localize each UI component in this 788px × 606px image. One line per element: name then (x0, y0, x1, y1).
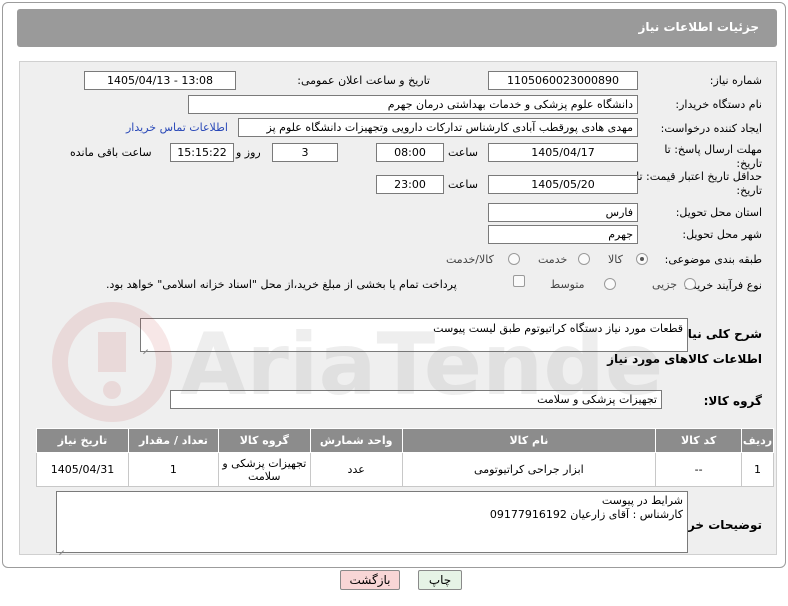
price-time-label: ساعت (448, 178, 478, 191)
days-label: روز و (236, 146, 261, 159)
creator-label: ایجاد کننده درخواست: (660, 122, 762, 135)
category-radio-goods[interactable] (636, 253, 648, 265)
goods-info-title: اطلاعات کالاهای مورد نیاز (607, 352, 762, 366)
need-number-label: شماره نیاز: (709, 74, 762, 87)
cell-quantity: 1 (128, 452, 219, 487)
creator-field: مهدی هادی پورقطب آبادی کارشناس تدارکات د… (238, 118, 638, 137)
category-radio-goods-service[interactable] (508, 253, 520, 265)
province-label: استان محل تحویل: (675, 206, 762, 219)
description-resize-handle[interactable] (141, 343, 149, 351)
cell-unit: عدد (309, 452, 403, 487)
goods-table-header: ردیف کد کالا نام کالا واحد شمارش گروه کا… (36, 428, 774, 453)
contact-link[interactable]: اطلاعات تماس خریدار (126, 121, 228, 134)
print-button[interactable]: چاپ (418, 570, 462, 590)
process-radio-medium[interactable] (604, 278, 616, 290)
category-radio-service[interactable] (578, 253, 590, 265)
cell-code: -- (655, 452, 743, 487)
category-label: طبقه بندی موضوعی: (664, 253, 762, 266)
col-row: ردیف (741, 428, 774, 453)
process-option-minor: جزیی (652, 278, 678, 291)
panel-header: جزئیات اطلاعات نیاز (17, 9, 777, 47)
category-option-service: خدمت (538, 253, 568, 266)
cell-row: 1 (741, 452, 774, 487)
process-radio-minor[interactable] (684, 278, 696, 290)
col-unit: واحد شمارش (309, 428, 403, 453)
deadline-date-field: 1405/04/17 (488, 143, 638, 162)
announce-label: تاریخ و ساعت اعلان عمومی: (297, 74, 430, 87)
buyer-notes-resize-handle[interactable] (57, 544, 65, 552)
need-number-field: 1105060023000890 (488, 71, 638, 90)
col-group: گروه کالا (217, 428, 311, 453)
col-code: کد کالا (655, 428, 743, 453)
form-area: شماره نیاز: 1105060023000890 تاریخ و ساع… (19, 61, 777, 555)
city-label: شهر محل تحویل: (682, 228, 762, 241)
description-field[interactable]: قطعات مورد نیاز دستگاه کراتیوتوم طبق لیس… (140, 318, 688, 352)
goods-group-label: گروه کالا: (703, 394, 762, 408)
buyer-field: دانشگاه علوم پزشکی و خدمات بهداشتی درمان… (188, 95, 638, 114)
table-row: 1 -- ابزار جراحی کراتیوتومی عدد تجهیزات … (36, 452, 774, 487)
buyer-notes-line-1: شرایط در پیوست (601, 494, 683, 507)
cell-need-date: 1405/04/31 (36, 452, 129, 487)
remaining-field: 15:15:22 (170, 143, 234, 162)
details-panel: جزئیات اطلاعات نیاز شماره نیاز: 11050600… (2, 2, 786, 568)
city-field: جهرم (488, 225, 638, 244)
description-label: شرح کلی نیاز: (676, 327, 762, 341)
deadline-time-field: 08:00 (376, 143, 444, 162)
price-date-field: 1405/05/20 (488, 175, 638, 194)
back-button[interactable]: بازگشت (340, 570, 400, 590)
remaining-label: ساعت باقی مانده (70, 146, 152, 159)
cell-name: ابزار جراحی کراتیوتومی (401, 452, 657, 487)
deadline-time-label: ساعت (448, 146, 478, 159)
goods-group-field: تجهیزات پزشکی و سلامت (170, 390, 662, 409)
price-time-field: 23:00 (376, 175, 444, 194)
cell-group: تجهیزات پزشکی و سلامت (217, 452, 311, 487)
buyer-label: نام دستگاه خریدار: (675, 98, 762, 111)
announce-field: 1405/04/13 - 13:08 (84, 71, 236, 90)
deadline-label: مهلت ارسال پاسخ: تا تاریخ: (664, 143, 762, 170)
days-field: 3 (272, 143, 338, 162)
col-quantity: تعداد / مقدار (128, 428, 219, 453)
process-option-medium: متوسط (550, 278, 585, 291)
buyer-notes-field[interactable]: شرایط در پیوست کارشناس : آقای زارعیان 09… (56, 491, 688, 553)
category-option-goods: کالا (608, 253, 623, 266)
goods-table: ردیف کد کالا نام کالا واحد شمارش گروه کا… (36, 428, 774, 487)
buyer-notes-line-2: کارشناس : آقای زارعیان 09177916192 (489, 508, 683, 521)
col-name: نام کالا (401, 428, 657, 453)
treasury-checkbox[interactable] (513, 275, 525, 287)
panel-title: جزئیات اطلاعات نیاز (638, 20, 759, 34)
payment-note: پرداخت تمام یا بخشی از مبلغ خرید،از محل … (106, 278, 457, 291)
col-need-date: تاریخ نیاز (36, 428, 129, 453)
price-validity-label: حداقل تاریخ اعتبار قیمت: تا تاریخ: (636, 170, 762, 197)
process-label: نوع فرآیند خرید : (684, 279, 762, 292)
province-field: فارس (488, 203, 638, 222)
category-option-goods-service: کالا/خدمت (446, 253, 494, 266)
